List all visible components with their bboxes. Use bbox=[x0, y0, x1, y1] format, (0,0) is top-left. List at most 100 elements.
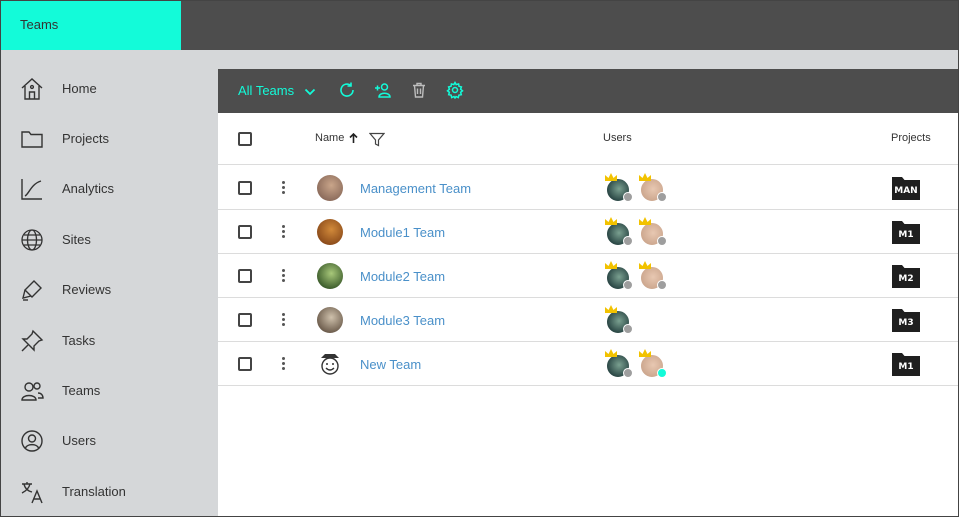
more-options-icon[interactable] bbox=[278, 311, 288, 329]
status-indicator bbox=[657, 368, 667, 378]
row-checkbox[interactable] bbox=[238, 357, 252, 371]
app-brand[interactable]: Teams bbox=[1, 1, 181, 50]
sidebar-item-reviews[interactable]: Reviews bbox=[1, 270, 217, 310]
team-avatar bbox=[317, 175, 343, 201]
sidebar-item-label: Users bbox=[62, 433, 96, 448]
project-folder-badge[interactable]: M2 bbox=[891, 263, 921, 289]
status-indicator bbox=[623, 192, 633, 202]
home-icon bbox=[21, 78, 43, 100]
sidebar-item-label: Analytics bbox=[62, 181, 115, 196]
crown-icon bbox=[605, 261, 617, 269]
status-indicator bbox=[623, 236, 633, 246]
analytics-icon bbox=[21, 179, 42, 200]
team-filter-dropdown[interactable]: All Teams bbox=[238, 83, 316, 98]
select-all-checkbox[interactable] bbox=[238, 132, 252, 146]
pen-icon bbox=[22, 280, 42, 301]
user-avatar[interactable] bbox=[603, 304, 635, 336]
crown-icon bbox=[605, 349, 617, 357]
crown-icon bbox=[605, 305, 617, 313]
app-window: Teams Home Projects Analytics Sites Revi… bbox=[0, 0, 959, 517]
more-options-icon[interactable] bbox=[278, 355, 288, 373]
user-circle-icon bbox=[21, 430, 43, 452]
more-options-icon[interactable] bbox=[278, 223, 288, 241]
table-row[interactable]: Module3 Team M3 bbox=[218, 298, 958, 342]
crown-icon bbox=[605, 217, 617, 225]
sidebar-item-label: Tasks bbox=[62, 333, 96, 348]
user-avatar[interactable] bbox=[637, 260, 669, 292]
project-label: M1 bbox=[898, 230, 914, 240]
row-checkbox[interactable] bbox=[238, 181, 252, 195]
team-filter-label: All Teams bbox=[238, 83, 295, 98]
folder-icon bbox=[21, 131, 43, 148]
gear-icon[interactable] bbox=[446, 81, 464, 99]
add-user-icon[interactable] bbox=[374, 81, 392, 99]
table-header: Name Users Projects bbox=[218, 113, 958, 165]
crown-icon bbox=[639, 217, 651, 225]
row-checkbox[interactable] bbox=[238, 225, 252, 239]
globe-icon bbox=[21, 229, 43, 251]
user-avatar[interactable] bbox=[637, 172, 669, 204]
team-users bbox=[603, 216, 763, 248]
more-options-icon[interactable] bbox=[278, 267, 288, 285]
team-users bbox=[603, 304, 763, 336]
user-avatar[interactable] bbox=[603, 216, 635, 248]
trash-icon[interactable] bbox=[410, 81, 428, 99]
column-header-projects: Projects bbox=[891, 132, 931, 144]
table-row[interactable]: Management Team MAN bbox=[218, 166, 958, 210]
team-name-link[interactable]: Module3 Team bbox=[360, 313, 445, 328]
crown-icon bbox=[605, 173, 617, 181]
sidebar-item-teams[interactable]: Teams bbox=[1, 371, 217, 411]
status-indicator bbox=[657, 236, 667, 246]
project-folder-badge[interactable]: M1 bbox=[891, 351, 921, 377]
sort-arrow-up-icon[interactable] bbox=[349, 133, 358, 144]
translate-icon bbox=[21, 482, 43, 504]
sidebar-item-projects[interactable]: Projects bbox=[1, 119, 217, 159]
sidebar-item-label: Home bbox=[62, 81, 97, 96]
project-folder-badge[interactable]: M1 bbox=[891, 219, 921, 245]
status-indicator bbox=[623, 324, 633, 334]
app-title: Teams bbox=[20, 17, 59, 32]
status-indicator bbox=[623, 368, 633, 378]
project-folder-badge[interactable]: M3 bbox=[891, 307, 921, 333]
project-label: M1 bbox=[898, 362, 914, 372]
user-avatar[interactable] bbox=[637, 216, 669, 248]
team-users bbox=[603, 172, 763, 204]
sidebar-item-label: Teams bbox=[62, 383, 101, 398]
table-row[interactable]: Module1 Team M1 bbox=[218, 210, 958, 254]
more-options-icon[interactable] bbox=[278, 179, 288, 197]
team-users bbox=[603, 348, 763, 380]
user-avatar[interactable] bbox=[603, 172, 635, 204]
team-name-link[interactable]: Module1 Team bbox=[360, 225, 445, 240]
sidebar-item-label: Sites bbox=[62, 232, 91, 247]
project-folder-badge[interactable]: MAN bbox=[891, 175, 921, 201]
team-name-link[interactable]: Management Team bbox=[360, 181, 471, 196]
crown-icon bbox=[639, 261, 651, 269]
sidebar-item-translation[interactable]: Translation bbox=[1, 472, 217, 512]
column-header-users: Users bbox=[603, 132, 632, 144]
crown-icon bbox=[639, 173, 651, 181]
team-avatar bbox=[317, 263, 343, 289]
sidebar-item-users[interactable]: Users bbox=[1, 421, 217, 461]
user-avatar[interactable] bbox=[603, 260, 635, 292]
team-users bbox=[603, 260, 763, 292]
row-checkbox[interactable] bbox=[238, 313, 252, 327]
team-avatar bbox=[317, 219, 343, 245]
table-row[interactable]: Module2 Team M2 bbox=[218, 254, 958, 298]
user-avatar[interactable] bbox=[637, 348, 669, 380]
column-header-name[interactable]: Name bbox=[315, 132, 344, 144]
sidebar-item-analytics[interactable]: Analytics bbox=[1, 169, 217, 209]
top-bar: Teams bbox=[1, 1, 958, 50]
filter-icon[interactable] bbox=[369, 132, 385, 147]
refresh-icon[interactable] bbox=[338, 81, 356, 99]
team-name-link[interactable]: Module2 Team bbox=[360, 269, 445, 284]
sidebar-item-home[interactable]: Home bbox=[1, 69, 217, 109]
sidebar-item-label: Reviews bbox=[62, 282, 112, 297]
table-row[interactable]: New Team M1 bbox=[218, 342, 958, 386]
user-avatar[interactable] bbox=[603, 348, 635, 380]
sidebar-item-tasks[interactable]: Tasks bbox=[1, 321, 217, 361]
team-name-link[interactable]: New Team bbox=[360, 357, 421, 372]
sidebar-item-sites[interactable]: Sites bbox=[1, 220, 217, 260]
row-checkbox[interactable] bbox=[238, 269, 252, 283]
project-label: M2 bbox=[898, 274, 914, 284]
project-label: M3 bbox=[898, 318, 914, 328]
